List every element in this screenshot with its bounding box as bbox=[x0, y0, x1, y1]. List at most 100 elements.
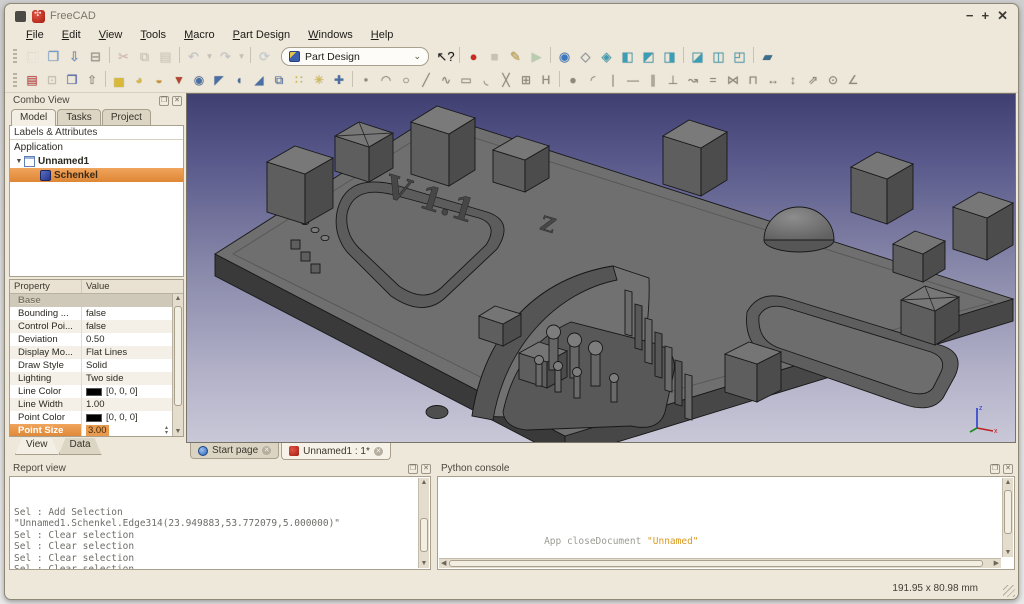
constraint-point-on-object-icon[interactable]: ◜ bbox=[583, 71, 603, 90]
view-rear-icon[interactable]: ◪ bbox=[687, 47, 708, 66]
color-swatch[interactable] bbox=[86, 388, 102, 396]
constraint-equal-icon[interactable]: = bbox=[703, 71, 723, 90]
polar-pattern-icon[interactable]: ✳ bbox=[309, 71, 329, 90]
save-icon[interactable]: ⇩ bbox=[64, 47, 85, 66]
tab-tasks[interactable]: Tasks bbox=[57, 109, 101, 125]
revolution-icon[interactable]: ◕ bbox=[129, 71, 149, 90]
sketch-fillet-icon[interactable]: ◟ bbox=[476, 71, 496, 90]
property-row[interactable]: Display Mo... Flat Lines bbox=[10, 346, 172, 359]
mirrored-icon[interactable]: ⧉ bbox=[269, 71, 289, 90]
property-value[interactable]: false bbox=[86, 321, 106, 332]
tab-data[interactable]: Data bbox=[59, 438, 102, 455]
constraint-coincident-icon[interactable]: ● bbox=[563, 71, 583, 90]
tab-unnamed1[interactable]: Unnamed1 : 1* ✕ bbox=[281, 443, 391, 460]
view-sketch-icon[interactable]: ⊡ bbox=[42, 71, 62, 90]
refresh-icon[interactable]: ⟳ bbox=[254, 47, 275, 66]
toolbar-handle[interactable] bbox=[13, 49, 17, 65]
python-console-hscrollbar[interactable]: ◀ ▶ bbox=[439, 558, 1001, 568]
tab-start-page[interactable]: Start page ✕ bbox=[190, 443, 279, 459]
close-tab-icon[interactable]: ✕ bbox=[262, 446, 271, 455]
property-row[interactable]: Line Color [0, 0, 0] bbox=[10, 385, 172, 398]
macro-edit-icon[interactable]: ✎ bbox=[505, 47, 526, 66]
view-isometric-icon[interactable]: ◈ bbox=[596, 47, 617, 66]
polyline-icon[interactable]: ∿ bbox=[436, 71, 456, 90]
menu-tools[interactable]: Tools bbox=[131, 28, 175, 42]
draw-style-icon[interactable]: ◇ bbox=[575, 47, 596, 66]
constraint-angle-icon[interactable]: ∠ bbox=[843, 71, 863, 90]
pad-icon[interactable]: ▅ bbox=[109, 71, 129, 90]
toolbar-icon[interactable] bbox=[750, 47, 757, 63]
model-tree[interactable]: Labels & Attributes Application ▼ Unname… bbox=[9, 125, 184, 277]
constraint-parallel-icon[interactable]: ∥ bbox=[643, 71, 663, 90]
combo-view-header[interactable]: Combo View ❐✕ bbox=[9, 93, 184, 108]
redo-icon[interactable]: ↷ bbox=[215, 47, 236, 66]
external-geometry-icon[interactable]: ⊞ bbox=[516, 71, 536, 90]
constraint-lock-icon[interactable]: ⊓ bbox=[743, 71, 763, 90]
hole-icon[interactable]: ◉ bbox=[189, 71, 209, 90]
scroll-up-icon[interactable]: ▲ bbox=[173, 295, 183, 302]
property-row[interactable]: Point Size 3.00 bbox=[10, 424, 172, 437]
property-row[interactable]: Point Color [0, 0, 0] bbox=[10, 411, 172, 424]
close-panel-icon[interactable]: ✕ bbox=[172, 96, 182, 106]
menu-file[interactable]: File bbox=[17, 28, 53, 42]
close-panel-icon[interactable]: ✕ bbox=[421, 464, 431, 474]
undo-dropdown-icon[interactable]: ▾ bbox=[204, 47, 215, 66]
property-value[interactable]: false bbox=[86, 308, 106, 319]
fillet-icon[interactable]: ◖ bbox=[229, 71, 249, 90]
whats-this-icon[interactable]: ↖? bbox=[435, 47, 456, 66]
line-icon[interactable]: ╱ bbox=[416, 71, 436, 90]
toolbar-icon[interactable] bbox=[680, 47, 687, 63]
chamfer-icon[interactable]: ◤ bbox=[209, 71, 229, 90]
system-menu-icon[interactable] bbox=[15, 11, 26, 22]
scroll-up-icon[interactable]: ▲ bbox=[419, 479, 429, 486]
property-value[interactable]: Solid bbox=[86, 360, 107, 371]
undo-icon[interactable]: ↶ bbox=[183, 47, 204, 66]
minimize-button[interactable]: − bbox=[966, 9, 974, 23]
property-value[interactable]: 3.00 bbox=[86, 425, 109, 436]
title-bar[interactable]: FreeCAD −+✕ bbox=[5, 4, 1018, 26]
scroll-up-icon[interactable]: ▲ bbox=[1003, 479, 1013, 486]
view-front-icon[interactable]: ◧ bbox=[617, 47, 638, 66]
open-file-icon[interactable]: ❐ bbox=[43, 47, 64, 66]
python-console-output[interactable]: App closeDocument "Unnamed" Gui activate… bbox=[437, 476, 1015, 570]
property-row[interactable]: Control Poi... false bbox=[10, 320, 172, 333]
view-top-icon[interactable]: ◩ bbox=[638, 47, 659, 66]
print-icon[interactable]: ⊟ bbox=[85, 47, 106, 66]
float-panel-icon[interactable]: ❐ bbox=[159, 96, 169, 106]
report-view-output[interactable]: Sel : Add Selection"Unnamed1.Schenkel.Ed… bbox=[9, 476, 431, 570]
menu-macro[interactable]: Macro bbox=[175, 28, 224, 42]
scroll-down-icon[interactable]: ▼ bbox=[1003, 549, 1013, 556]
tab-model[interactable]: Model bbox=[11, 109, 56, 126]
toolbar-icon[interactable] bbox=[547, 47, 554, 63]
tree-header[interactable]: Labels & Attributes bbox=[10, 126, 183, 140]
constraint-h-distance-icon[interactable]: ↔ bbox=[763, 71, 783, 90]
toolbar-icon[interactable] bbox=[556, 71, 563, 87]
rectangle-icon[interactable]: ▭ bbox=[456, 71, 476, 90]
circle-icon[interactable]: ○ bbox=[396, 71, 416, 90]
pocket-icon[interactable]: ▼ bbox=[169, 71, 189, 90]
view-left-icon[interactable]: ◰ bbox=[729, 47, 750, 66]
constraint-symmetric-icon[interactable]: ⋈ bbox=[723, 71, 743, 90]
reorient-sketch-icon[interactable]: ⇧ bbox=[82, 71, 102, 90]
toolbar-icon[interactable] bbox=[106, 47, 113, 63]
menu-edit[interactable]: Edit bbox=[53, 28, 90, 42]
toolbar-icon[interactable] bbox=[176, 47, 183, 63]
3d-viewport[interactable]: V 1.1 Z z x bbox=[186, 93, 1016, 443]
tree-item-unnamed1[interactable]: ▼ Unnamed1 bbox=[10, 154, 183, 168]
property-row[interactable]: Draw Style Solid bbox=[10, 359, 172, 372]
property-row[interactable]: Base bbox=[10, 294, 172, 307]
property-row[interactable]: Lighting Two side bbox=[10, 372, 172, 385]
report-scrollbar[interactable]: ▲ ▼ bbox=[418, 478, 429, 568]
float-panel-icon[interactable]: ❐ bbox=[990, 464, 1000, 474]
menu-help[interactable]: Help bbox=[362, 28, 403, 42]
macro-play-icon[interactable]: ▶ bbox=[526, 47, 547, 66]
scroll-right-icon[interactable]: ▶ bbox=[994, 559, 999, 568]
constraint-vertical-icon[interactable]: ∣ bbox=[603, 71, 623, 90]
construction-mode-icon[interactable]: H bbox=[536, 71, 556, 90]
toolbar-icon[interactable] bbox=[456, 47, 463, 63]
scroll-down-icon[interactable]: ▼ bbox=[419, 560, 429, 567]
close-tab-icon[interactable]: ✕ bbox=[374, 447, 383, 456]
property-value[interactable]: Two side bbox=[86, 373, 124, 384]
macro-record-icon[interactable]: ● bbox=[463, 47, 484, 66]
toolbar-icon[interactable] bbox=[102, 71, 109, 87]
